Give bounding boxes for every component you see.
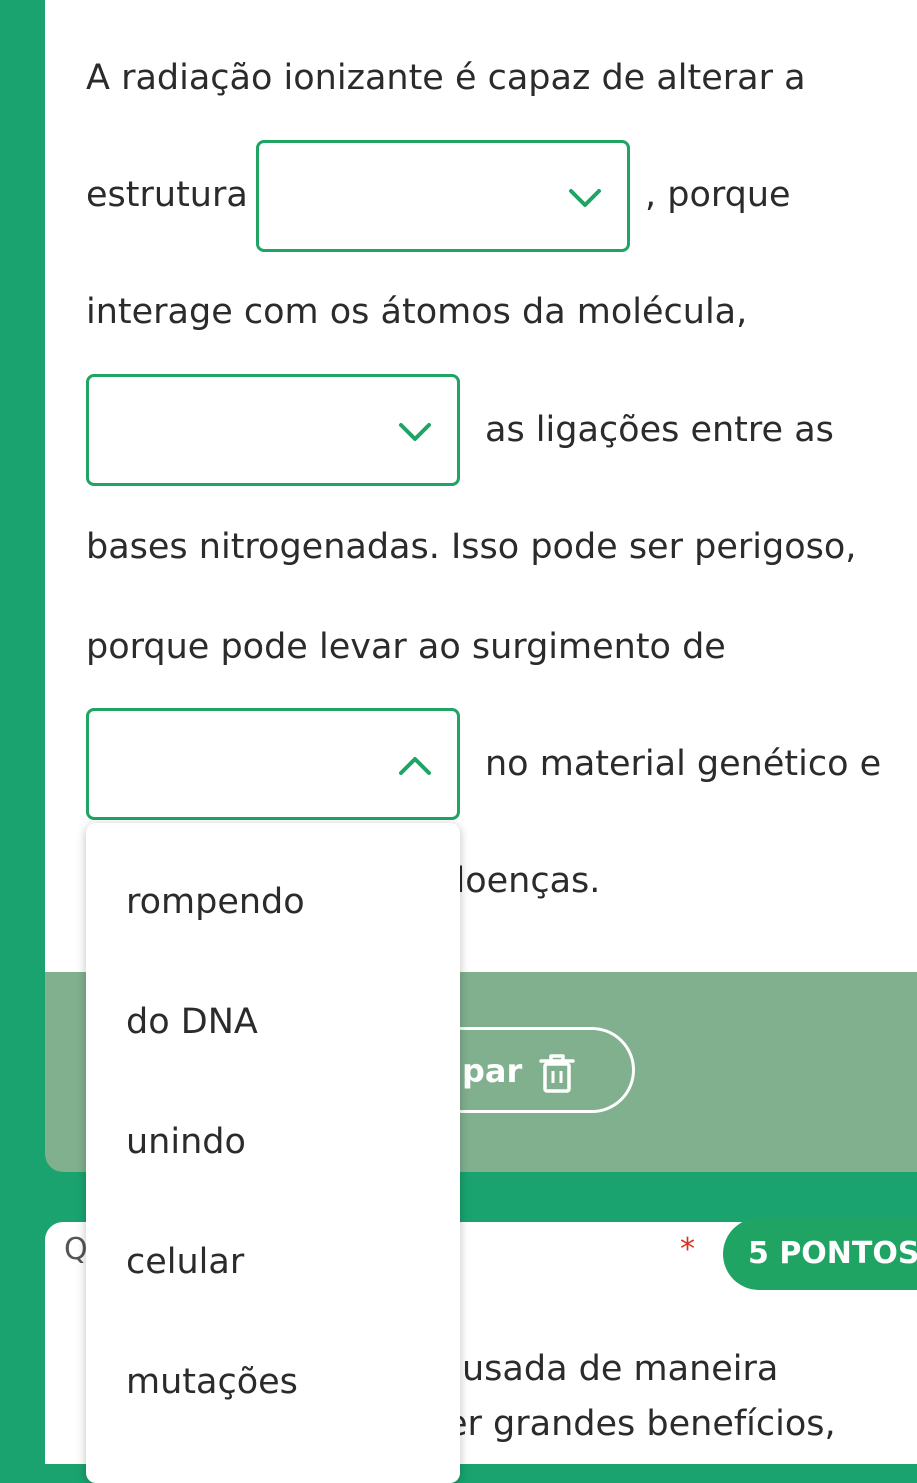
question-number: Q [64,1232,88,1267]
chevron-down-icon [569,189,601,207]
question-text-line: doenças. [443,861,601,901]
chevron-up-icon [399,757,431,775]
dropdown-menu: rompendo do DNA unindo celular mutações [86,823,460,1483]
dropdown-option[interactable]: mutações [126,1360,298,1404]
question-text-line: , porque [645,175,791,215]
dropdown-action-select[interactable] [86,374,460,486]
required-mark: * [680,1232,695,1267]
question-text-line: A radiação ionizante é capaz de alterar … [86,58,806,98]
dropdown-option[interactable]: celular [126,1240,244,1284]
question-text-line: estrutura [86,175,248,215]
question-text-line: bases nitrogenadas. Isso pode ser perigo… [86,527,857,567]
dropdown-option[interactable]: do DNA [126,1000,258,1044]
question-text-line: interage com os átomos da molécula, [86,292,748,332]
trash-icon [539,1054,575,1093]
dropdown-structure-select[interactable] [256,140,630,252]
clear-button-label: par [462,1052,523,1090]
dropdown-result-select[interactable] [86,708,460,820]
chevron-down-icon [399,423,431,441]
dropdown-option[interactable]: rompendo [126,880,305,924]
question-text-line: no material genético e [485,744,882,784]
question-text-line: usada de maneira [462,1349,779,1389]
question-text-line: porque pode levar ao surgimento de [86,627,726,667]
question-text-line: er grandes benefícios, [446,1404,836,1444]
points-badge: 5 PONTOS [723,1218,917,1290]
dropdown-option[interactable]: unindo [126,1120,246,1164]
question-text-line: as ligações entre as [485,410,834,450]
